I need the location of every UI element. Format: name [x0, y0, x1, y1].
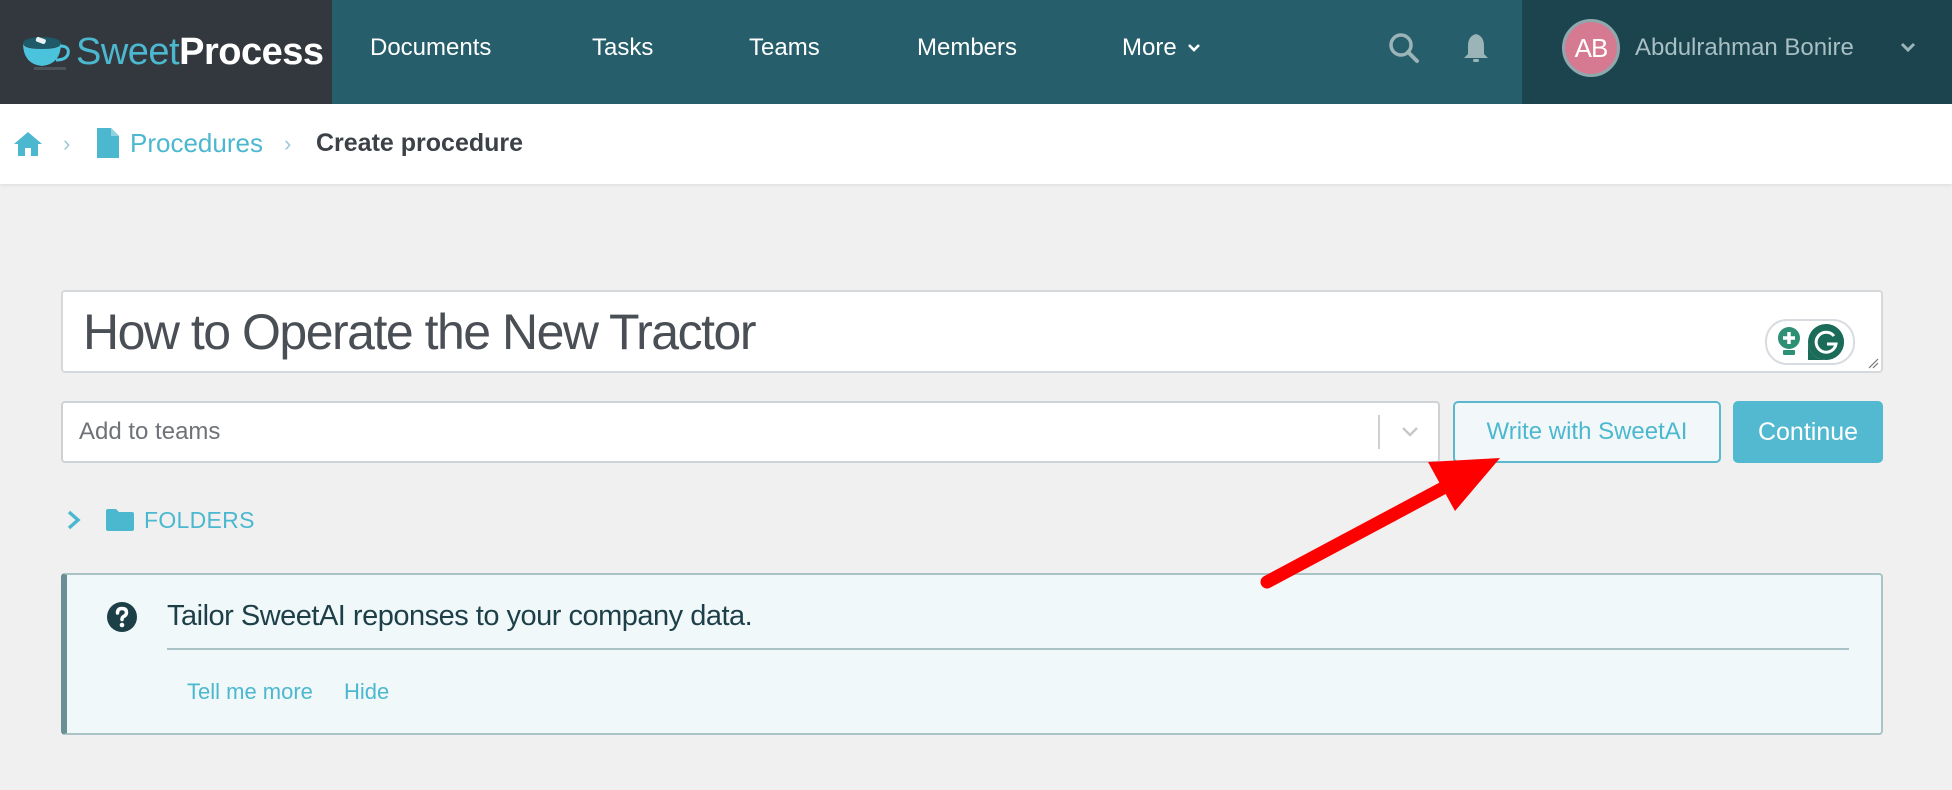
question-circle-icon [107, 602, 137, 632]
hide-link[interactable]: Hide [344, 677, 389, 707]
grammarly-widget[interactable] [1765, 319, 1855, 365]
grammarly-g-icon [1808, 324, 1844, 360]
chevron-down-icon [1900, 42, 1916, 53]
folder-icon [106, 509, 134, 531]
procedure-title-value: How to Operate the New Tractor [83, 304, 756, 360]
folders-label: FOLDERS [144, 506, 255, 533]
home-icon[interactable] [12, 130, 44, 158]
breadcrumb-procedures[interactable]: Procedures [130, 126, 263, 160]
resize-handle-icon[interactable] [1867, 357, 1879, 369]
search-icon[interactable] [1386, 30, 1422, 66]
coffee-cup-icon [23, 36, 70, 70]
nav-more-label: More [1122, 34, 1177, 61]
chevron-right-icon [67, 510, 81, 530]
add-to-teams-select[interactable]: Add to teams [61, 401, 1440, 463]
bell-icon[interactable] [1458, 30, 1494, 66]
nav-documents[interactable]: Documents [370, 30, 491, 66]
document-icon [97, 128, 119, 158]
top-nav-bar: SweetProcess Documents Tasks Teams Membe… [0, 0, 1952, 104]
sweetai-info-banner: Tailor SweetAI reponses to your company … [61, 573, 1883, 735]
nav-teams[interactable]: Teams [749, 30, 820, 66]
continue-button[interactable]: Continue [1733, 401, 1883, 463]
user-menu[interactable]: AB Abdulrahman Bonire [1522, 0, 1952, 104]
nav-more[interactable]: More [1122, 30, 1201, 66]
select-divider [1378, 415, 1380, 449]
procedure-title-input[interactable]: How to Operate the New Tractor [61, 290, 1883, 373]
teams-placeholder: Add to teams [79, 418, 221, 445]
breadcrumb: › Procedures › Create procedure [0, 104, 1952, 184]
write-with-sweetai-button[interactable]: Write with SweetAI [1453, 401, 1721, 463]
chevron-down-icon [1187, 44, 1200, 52]
page: SweetProcess Documents Tasks Teams Membe… [0, 0, 1952, 790]
avatar: AB [1562, 19, 1620, 77]
breadcrumb-separator: › [63, 131, 71, 156]
user-name: Abdulrahman Bonire [1635, 34, 1854, 61]
breadcrumb-current: Create procedure [316, 129, 524, 157]
info-divider [167, 648, 1849, 650]
tell-me-more-link[interactable]: Tell me more [187, 677, 313, 707]
info-message: Tailor SweetAI reponses to your company … [167, 600, 753, 632]
lightbulb-icon [1778, 327, 1800, 355]
logo[interactable]: SweetProcess [0, 0, 332, 104]
nav-tasks[interactable]: Tasks [592, 30, 653, 66]
chevron-down-icon [1402, 427, 1418, 437]
breadcrumb-separator: › [284, 131, 292, 156]
folders-toggle[interactable]: FOLDERS [66, 504, 255, 536]
nav-members[interactable]: Members [917, 30, 1017, 66]
logo-text: SweetProcess [76, 31, 324, 73]
